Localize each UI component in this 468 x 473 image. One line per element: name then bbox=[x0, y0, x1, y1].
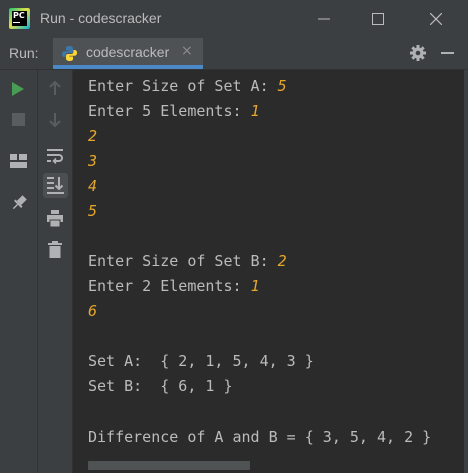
console-output[interactable]: Enter Size of Set A: 5 Enter 5 Elements:… bbox=[73, 70, 468, 473]
tab-label: codescracker bbox=[86, 44, 170, 60]
maximize-window-icon bbox=[372, 13, 384, 25]
window-title: Run - codescracker bbox=[40, 10, 162, 26]
console-line: 2 bbox=[88, 127, 98, 145]
print-icon[interactable] bbox=[47, 210, 63, 227]
console-line: Enter Size of Set A: 5 bbox=[88, 77, 287, 95]
console-line: Enter Size of Set B: 2 bbox=[88, 252, 287, 270]
pycharm-run-window: PC Run - codescracker Run: codescracker … bbox=[0, 0, 468, 473]
right-border bbox=[464, 70, 468, 473]
run-actions-gutter bbox=[0, 70, 38, 473]
soft-wrap-icon[interactable] bbox=[46, 148, 64, 164]
console-line: 6 bbox=[88, 302, 98, 320]
run-label: Run: bbox=[9, 45, 39, 61]
tab-close-button[interactable]: × bbox=[181, 43, 193, 59]
close-window-button[interactable] bbox=[413, 0, 459, 38]
console-line: Set B: { 6, 1 } bbox=[88, 377, 233, 395]
pin-icon[interactable] bbox=[10, 194, 28, 212]
console-line: Set A: { 2, 1, 5, 4, 3 } bbox=[88, 352, 314, 370]
console-line: 5 bbox=[88, 202, 98, 220]
minimize-window-icon bbox=[318, 18, 330, 20]
console-line: Enter 5 Elements: 1 bbox=[88, 102, 260, 120]
rerun-icon[interactable] bbox=[11, 81, 25, 97]
layout-icon[interactable] bbox=[10, 154, 27, 168]
scroll-to-end-icon[interactable] bbox=[46, 176, 65, 194]
title-bar: PC Run - codescracker bbox=[0, 0, 468, 38]
gear-icon[interactable] bbox=[409, 44, 427, 62]
hide-panel-icon[interactable] bbox=[441, 52, 454, 54]
maximize-window-button[interactable] bbox=[355, 0, 401, 38]
console-line: Difference of A and B = { 3, 5, 4, 2 } bbox=[88, 428, 432, 446]
stop-icon[interactable] bbox=[12, 113, 25, 126]
scroll-up-icon[interactable] bbox=[49, 80, 61, 96]
console-line: Enter 2 Elements: 1 bbox=[88, 277, 260, 295]
active-tab-indicator bbox=[53, 65, 203, 69]
console-actions-gutter bbox=[38, 70, 73, 473]
minimize-window-button[interactable] bbox=[301, 0, 347, 38]
console-line: 3 bbox=[88, 152, 98, 170]
pycharm-app-icon: PC bbox=[9, 8, 30, 29]
close-window-icon bbox=[429, 12, 443, 26]
horizontal-scrollbar[interactable] bbox=[88, 461, 250, 470]
scroll-down-icon[interactable] bbox=[49, 112, 61, 128]
clear-all-icon[interactable] bbox=[48, 241, 62, 258]
console-line: 4 bbox=[88, 177, 98, 195]
python-file-icon bbox=[62, 46, 77, 61]
